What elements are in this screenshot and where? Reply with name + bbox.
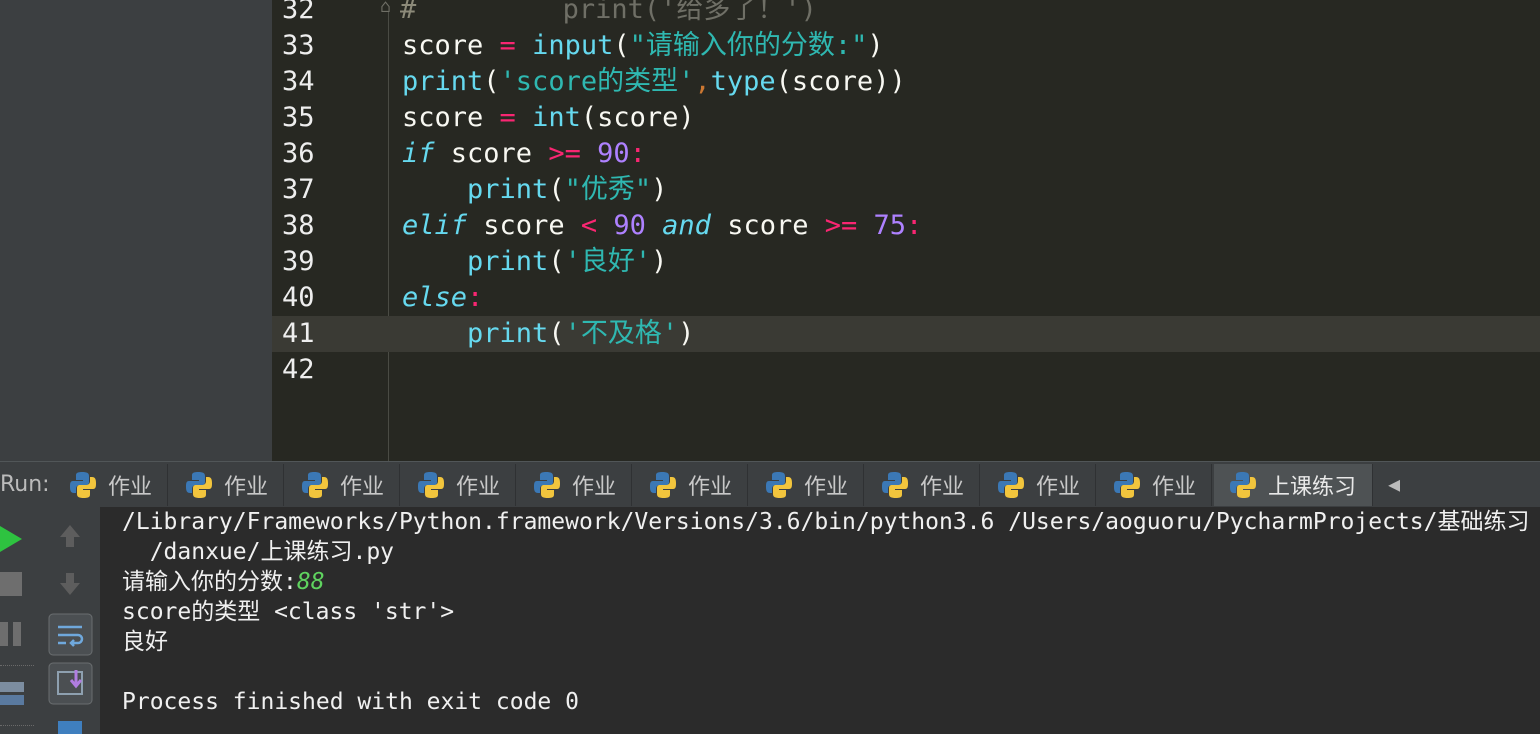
run-tab[interactable]: 作业 bbox=[54, 464, 168, 506]
print-icon[interactable] bbox=[56, 717, 84, 734]
code-line-42[interactable]: 42 bbox=[272, 352, 1540, 388]
console-prompt: 请输入你的分数: bbox=[122, 569, 297, 595]
python-icon bbox=[882, 472, 908, 498]
run-tab[interactable]: 作业 bbox=[286, 464, 400, 506]
run-tab-label: 上课练习 bbox=[1268, 475, 1357, 500]
soft-wrap-icon[interactable] bbox=[48, 613, 94, 657]
console-prompt-line: 请输入你的分数:88 bbox=[122, 567, 325, 597]
line-number: 36 bbox=[282, 138, 315, 169]
run-tab-label: 作业 bbox=[920, 475, 965, 500]
python-icon bbox=[534, 472, 560, 498]
run-tab[interactable]: 上课练习 bbox=[1214, 464, 1373, 506]
run-tab[interactable]: 作业 bbox=[866, 464, 980, 506]
code-line-35[interactable]: 35 score = int(score) bbox=[272, 100, 1540, 136]
run-tab-label: 作业 bbox=[572, 475, 617, 500]
line-number: 37 bbox=[282, 174, 315, 205]
pause-icon[interactable] bbox=[0, 622, 22, 646]
run-console[interactable]: /Library/Frameworks/Python.framework/Ver… bbox=[100, 507, 1540, 734]
console-command-line-wrap: /danxue/上课练习.py bbox=[122, 539, 395, 565]
line-number: 38 bbox=[282, 210, 315, 241]
run-tab[interactable]: 作业 bbox=[1098, 464, 1212, 506]
run-tab[interactable]: 作业 bbox=[170, 464, 284, 506]
python-icon bbox=[1230, 472, 1256, 498]
stop-icon[interactable] bbox=[0, 572, 22, 596]
line-number: 35 bbox=[282, 102, 315, 133]
scroll-down-icon[interactable] bbox=[56, 569, 84, 597]
tab-scroll-left-icon[interactable]: ◀ bbox=[1388, 472, 1400, 496]
run-tab[interactable]: 作业 bbox=[518, 464, 632, 506]
comment-hash: # bbox=[400, 0, 417, 25]
console-command-line: /Library/Frameworks/Python.framework/Ver… bbox=[122, 509, 1530, 535]
run-tab-label: 作业 bbox=[340, 475, 385, 500]
run-tab-label: 作业 bbox=[224, 475, 269, 500]
rerun-icon[interactable] bbox=[0, 524, 24, 554]
code-line-36[interactable]: 36 if score >= 90: bbox=[272, 136, 1540, 172]
run-label: Run: bbox=[0, 472, 50, 497]
line-number: 34 bbox=[282, 66, 315, 97]
code-line-33[interactable]: 33 score = input("请输入你的分数:") bbox=[272, 28, 1540, 64]
code-editor[interactable]: 32 ⌂ # print('给多了！') 33 score = input("请… bbox=[272, 0, 1540, 461]
run-toolbar bbox=[0, 507, 100, 734]
python-icon bbox=[1114, 472, 1140, 498]
code-line-32[interactable]: 32 ⌂ # print('给多了！') bbox=[272, 0, 1540, 28]
run-tab[interactable]: 作业 bbox=[402, 464, 516, 506]
console-type-output: score的类型 <class 'str'> bbox=[122, 599, 455, 625]
code-line-34[interactable]: 34 print('score的类型',type(score)) bbox=[272, 64, 1540, 100]
console-user-input: 88 bbox=[296, 569, 325, 595]
console-result: 良好 bbox=[122, 629, 168, 655]
run-tab-label: 作业 bbox=[456, 475, 501, 500]
code-line-39[interactable]: 39 print('良好') bbox=[272, 244, 1540, 280]
run-tab-label: 作业 bbox=[1152, 475, 1197, 500]
python-icon bbox=[186, 472, 212, 498]
project-panel-edge bbox=[0, 0, 272, 461]
run-tab-label: 作业 bbox=[108, 475, 153, 500]
comment-text: print('给多了！') bbox=[416, 0, 817, 25]
line-number: 40 bbox=[282, 282, 315, 313]
run-tab-label: 作业 bbox=[804, 475, 849, 500]
line-number: 39 bbox=[282, 246, 315, 277]
code-line-41-current[interactable]: 41 print('不及格') bbox=[272, 316, 1540, 352]
python-icon bbox=[998, 472, 1024, 498]
toolbar-divider bbox=[0, 725, 34, 726]
code-line-38[interactable]: 38 elif score < 90 and score >= 75: bbox=[272, 208, 1540, 244]
python-icon bbox=[418, 472, 444, 498]
code-line-37[interactable]: 37 print("优秀") bbox=[272, 172, 1540, 208]
layout-icon[interactable] bbox=[0, 680, 26, 708]
console-exit-status: Process finished with exit code 0 bbox=[122, 689, 579, 715]
line-number: 42 bbox=[282, 354, 315, 385]
fold-icon[interactable]: ⌂ bbox=[380, 0, 391, 17]
scroll-up-icon[interactable] bbox=[56, 521, 84, 549]
run-tab[interactable]: 作业 bbox=[750, 464, 864, 506]
python-icon bbox=[302, 472, 328, 498]
code-line-40[interactable]: 40 else: bbox=[272, 280, 1540, 316]
run-tab[interactable]: 作业 bbox=[982, 464, 1096, 506]
line-number: 33 bbox=[282, 30, 315, 61]
scroll-to-end-icon[interactable] bbox=[48, 662, 94, 706]
line-number: 41 bbox=[282, 318, 315, 349]
line-number: 32 bbox=[282, 0, 315, 25]
run-tab[interactable]: 作业 bbox=[634, 464, 748, 506]
python-icon bbox=[766, 472, 792, 498]
python-icon bbox=[70, 472, 96, 498]
run-tab-label: 作业 bbox=[688, 475, 733, 500]
toolbar-divider bbox=[0, 665, 34, 666]
run-tab-label: 作业 bbox=[1036, 475, 1081, 500]
run-tab-bar: Run: 作业 作业 作业 作业 作业 作业 作业 作业 作业 作业 上课练习 ◀ bbox=[0, 461, 1540, 509]
python-icon bbox=[650, 472, 676, 498]
